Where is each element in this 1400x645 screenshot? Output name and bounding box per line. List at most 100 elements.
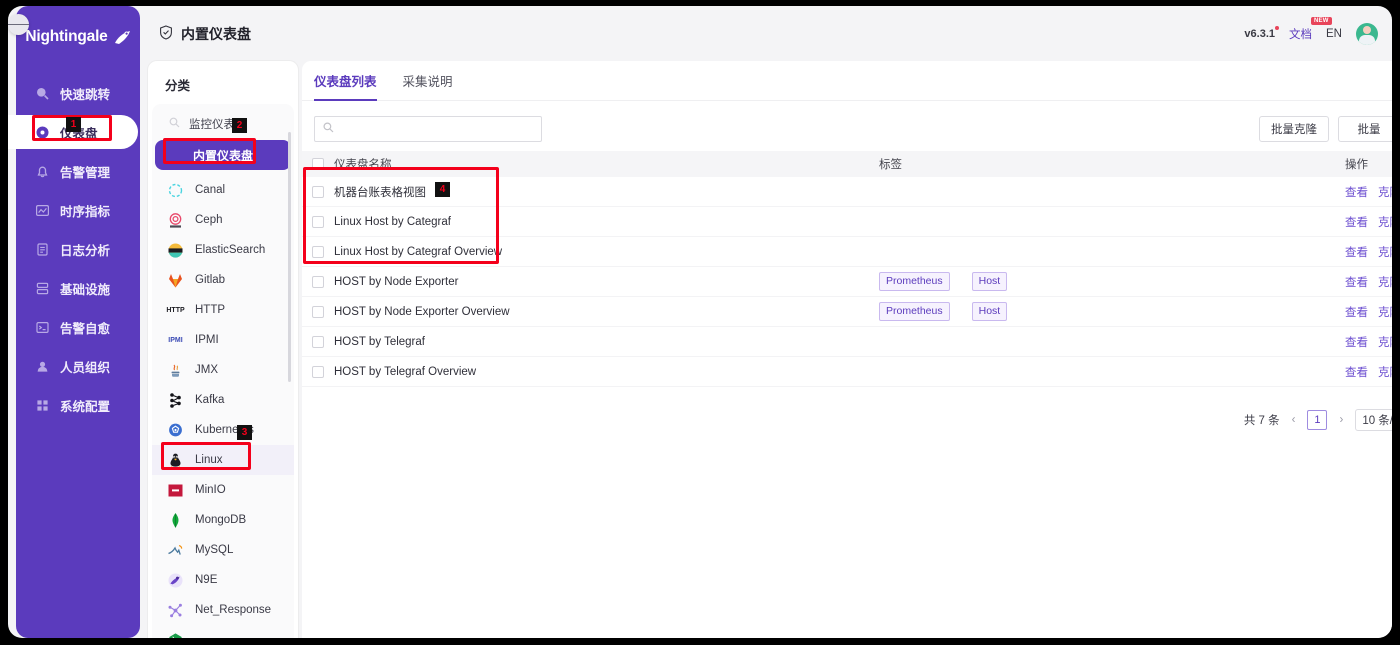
category-item-jmx[interactable]: JMX xyxy=(152,355,294,385)
pagination-page-size-select[interactable]: 10 条/ xyxy=(1355,409,1392,431)
net-response-icon xyxy=(167,602,184,619)
category-item-kafka[interactable]: Kafka xyxy=(152,385,294,415)
category-item-canal[interactable]: Canal xyxy=(152,175,294,205)
tab-collection-instructions[interactable]: 采集说明 xyxy=(403,61,453,101)
category-item-label: N9E xyxy=(195,574,218,586)
category-item-minio[interactable]: MinIO xyxy=(152,475,294,505)
action-clone[interactable]: 克隆 xyxy=(1378,364,1392,380)
sidebar-item-infrastructure[interactable]: 基础设施 xyxy=(16,271,140,305)
row-actions: 查看 克隆 导 xyxy=(1345,364,1392,380)
category-item-elasticsearch[interactable]: ElasticSearch xyxy=(152,235,294,265)
tag-badge[interactable]: Prometheus xyxy=(879,272,950,291)
row-checkbox[interactable] xyxy=(312,275,324,288)
table-row[interactable]: Linux Host by Categraf 查看 克隆 导 xyxy=(302,207,1392,237)
avatar[interactable] xyxy=(1356,22,1378,45)
tag-badge[interactable]: Prometheus xyxy=(879,302,950,321)
category-item-n9e[interactable]: N9E xyxy=(152,565,294,595)
search-box[interactable] xyxy=(314,116,542,142)
row-name: 机器台账表格视图 xyxy=(334,186,426,199)
tag-badge[interactable]: Host xyxy=(971,272,1008,291)
sidebar-item-alert-management[interactable]: 告警管理 xyxy=(16,154,140,188)
row-name: HOST by Telegraf xyxy=(334,335,425,348)
row-checkbox[interactable] xyxy=(312,335,324,348)
docs-link[interactable]: 文档 NEW xyxy=(1289,16,1332,42)
brand-name: Nightingale xyxy=(25,28,108,45)
row-checkbox[interactable] xyxy=(312,215,324,228)
category-item-label: MinIO xyxy=(195,484,226,496)
sidebar-item-quick-jump[interactable]: 快速跳转 xyxy=(16,76,140,110)
action-view[interactable]: 查看 xyxy=(1345,214,1368,230)
action-clone[interactable]: 克隆 xyxy=(1378,304,1392,320)
main-tabs: 仪表盘列表 采集说明 xyxy=(302,61,1392,101)
category-card: 监控仪表盘 内置仪表盘 Canal Ceph ElasticSearch Git… xyxy=(152,104,294,638)
action-clone[interactable]: 克隆 xyxy=(1378,244,1392,260)
brand-logo[interactable]: Nightingale xyxy=(16,6,140,68)
log-icon xyxy=(35,242,50,257)
table-row[interactable]: Linux Host by Categraf Overview 查看 克隆 导 xyxy=(302,237,1392,267)
search-input[interactable] xyxy=(341,118,531,140)
category-item-kubernetes[interactable]: Kubernetes xyxy=(152,415,294,445)
row-checkbox[interactable] xyxy=(312,245,324,258)
category-item-partial[interactable] xyxy=(152,625,294,638)
sidebar-item-log-analysis[interactable]: 日志分析 xyxy=(16,232,140,266)
dashboard-table: 仪表盘名称 标签 操作 机器台账表格视图 查看 克隆 导 xyxy=(302,151,1392,431)
action-view[interactable]: 查看 xyxy=(1345,364,1368,380)
row-checkbox[interactable] xyxy=(312,365,324,378)
batch-export-button[interactable]: 批量 xyxy=(1338,116,1392,142)
sidebar-item-metrics[interactable]: 时序指标 xyxy=(16,193,140,227)
category-item-gitlab[interactable]: Gitlab xyxy=(152,265,294,295)
row-name: HOST by Telegraf Overview xyxy=(334,365,477,378)
sidebar-collapse-button[interactable] xyxy=(8,14,29,35)
row-checkbox[interactable] xyxy=(312,305,324,318)
category-item-label: MySQL xyxy=(195,544,234,556)
table-row[interactable]: HOST by Telegraf 查看 克隆 导 xyxy=(302,327,1392,357)
mysql-icon xyxy=(167,542,184,559)
pagination-prev-button[interactable]: ‹ xyxy=(1290,414,1298,426)
action-view[interactable]: 查看 xyxy=(1345,304,1368,320)
category-item-mysql[interactable]: MySQL xyxy=(152,535,294,565)
pagination-current-page[interactable]: 1 xyxy=(1307,410,1328,430)
column-header-name: 仪表盘名称 xyxy=(334,159,392,171)
category-item-mongodb[interactable]: MongoDB xyxy=(152,505,294,535)
language-switcher[interactable]: EN xyxy=(1326,28,1342,40)
category-item-ceph[interactable]: Ceph xyxy=(152,205,294,235)
batch-clone-button[interactable]: 批量克隆 xyxy=(1259,116,1329,142)
action-clone[interactable]: 克隆 xyxy=(1378,184,1392,200)
page-title-text: 内置仪表盘 xyxy=(181,25,251,42)
row-actions: 查看 克隆 导 xyxy=(1345,184,1392,200)
category-list[interactable]: Canal Ceph ElasticSearch Gitlab HTTP HTT… xyxy=(152,175,294,638)
category-item-net-response[interactable]: Net_Response xyxy=(152,595,294,625)
action-clone[interactable]: 克隆 xyxy=(1378,334,1392,350)
tag-badge[interactable]: Host xyxy=(971,302,1008,321)
action-view[interactable]: 查看 xyxy=(1345,334,1368,350)
table-row[interactable]: HOST by Node Exporter Overview Prometheu… xyxy=(302,297,1392,327)
category-item-builtin-dashboard[interactable]: 内置仪表盘 xyxy=(155,140,291,170)
action-view[interactable]: 查看 xyxy=(1345,184,1368,200)
top-header: 内置仪表盘 v6.3.1 文档 NEW EN xyxy=(148,6,1392,61)
category-item-ipmi[interactable]: IPMI IPMI xyxy=(152,325,294,355)
sidebar-item-system-config[interactable]: 系统配置 xyxy=(16,388,140,422)
action-clone[interactable]: 克隆 xyxy=(1378,274,1392,290)
column-header-tags: 标签 xyxy=(879,156,1345,172)
category-search-input[interactable]: 监控仪表盘 xyxy=(152,110,294,137)
select-all-checkbox[interactable] xyxy=(312,158,324,170)
search-icon xyxy=(169,117,180,131)
category-item-linux[interactable]: Linux xyxy=(152,445,294,475)
table-row[interactable]: 机器台账表格视图 查看 克隆 导 xyxy=(302,177,1392,207)
category-item-label: HTTP xyxy=(195,304,226,316)
docs-label: 文档 xyxy=(1289,28,1313,41)
table-row[interactable]: HOST by Node Exporter Prometheus Host 查看… xyxy=(302,267,1392,297)
sidebar-item-organization[interactable]: 人员组织 xyxy=(16,349,140,383)
update-dot-indicator xyxy=(1275,25,1280,30)
action-view[interactable]: 查看 xyxy=(1345,244,1368,260)
sidebar-item-self-healing[interactable]: 告警自愈 xyxy=(16,310,140,344)
category-item-http[interactable]: HTTP HTTP xyxy=(152,295,294,325)
category-scrollbar[interactable] xyxy=(288,132,291,382)
action-clone[interactable]: 克隆 xyxy=(1378,214,1392,230)
tab-dashboard-list[interactable]: 仪表盘列表 xyxy=(314,61,377,101)
action-view[interactable]: 查看 xyxy=(1345,274,1368,290)
pagination-next-button[interactable]: › xyxy=(1337,414,1345,426)
annotation-number-3: 3 xyxy=(237,425,252,440)
row-checkbox[interactable] xyxy=(312,185,324,198)
table-row[interactable]: HOST by Telegraf Overview 查看 克隆 导 xyxy=(302,357,1392,387)
